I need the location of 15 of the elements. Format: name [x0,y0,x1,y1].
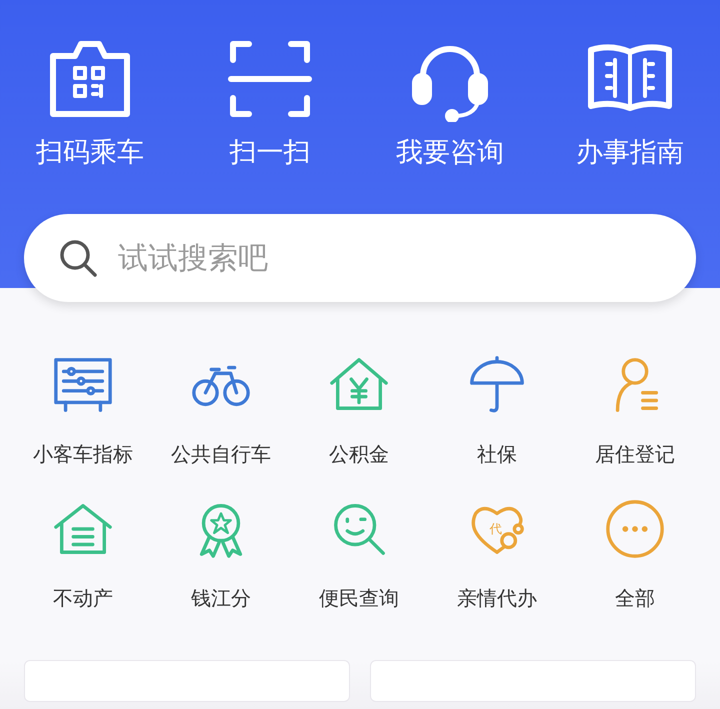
service-label[interactable]: 公共自行车 [171,440,271,468]
service-label[interactable]: 便民查询 [319,584,399,612]
service-label[interactable]: 居住登记 [595,440,675,468]
action-label[interactable]: 扫码乘车 [36,136,144,170]
service-label[interactable]: 公积金 [329,440,389,468]
action-label[interactable]: 办事指南 [576,136,684,170]
action-label[interactable]: 扫一扫 [230,136,310,170]
service-label[interactable]: 钱江分 [191,584,251,612]
service-label[interactable]: 小客车指标 [33,440,133,468]
service-label[interactable]: 不动产 [53,584,113,612]
search-field[interactable]: 试试搜索吧 [24,214,696,302]
action-label[interactable]: 我要咨询 [396,136,504,170]
service-label[interactable]: 全部 [615,584,655,612]
service-label[interactable]: 社保 [477,440,517,468]
service-label[interactable]: 亲情代办 [457,584,537,612]
